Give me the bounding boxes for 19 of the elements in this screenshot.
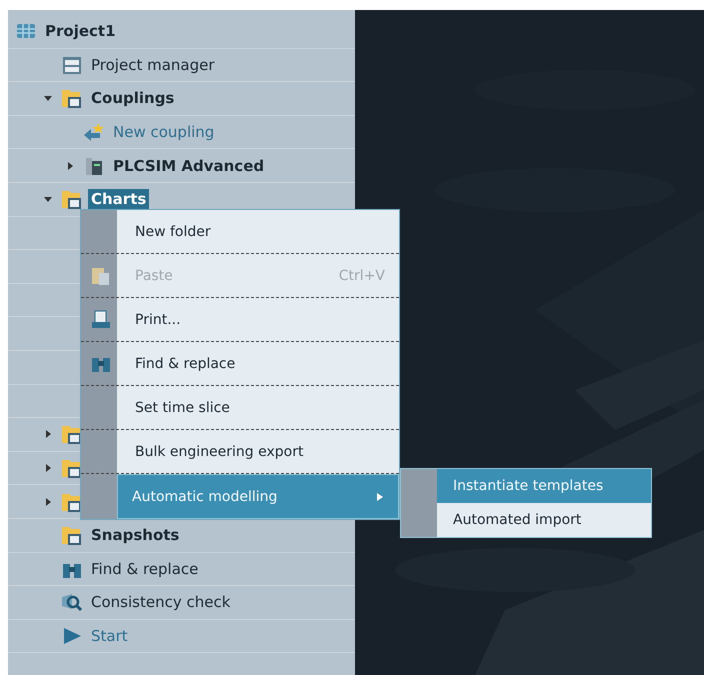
menu-item[interactable]: Set time slice (81, 386, 399, 430)
tree-item[interactable]: Consistency check (88, 592, 234, 612)
tree-item[interactable]: Couplings (88, 88, 178, 108)
folder-icon (60, 87, 84, 110)
tree-item[interactable]: Snapshots (88, 525, 182, 546)
tree-item[interactable]: Find & replace (88, 558, 202, 579)
menu-item[interactable]: Automated import (437, 503, 651, 537)
menu-item[interactable]: Print... (81, 298, 399, 342)
magnifier-icon (60, 591, 84, 614)
arrow-star-icon (82, 121, 106, 144)
tree-item[interactable]: Charts (88, 189, 150, 210)
tree-item[interactable]: PLCSIM Advanced (110, 156, 268, 176)
tree-item[interactable]: Project1 (42, 21, 119, 42)
tree-item[interactable]: Project manager (88, 54, 218, 75)
printer-icon (90, 308, 112, 330)
menu-item[interactable]: Find & replace (81, 342, 399, 386)
menu-item[interactable]: New folder (81, 210, 399, 254)
menu-gutter (401, 469, 437, 537)
folder-icon (60, 524, 84, 546)
